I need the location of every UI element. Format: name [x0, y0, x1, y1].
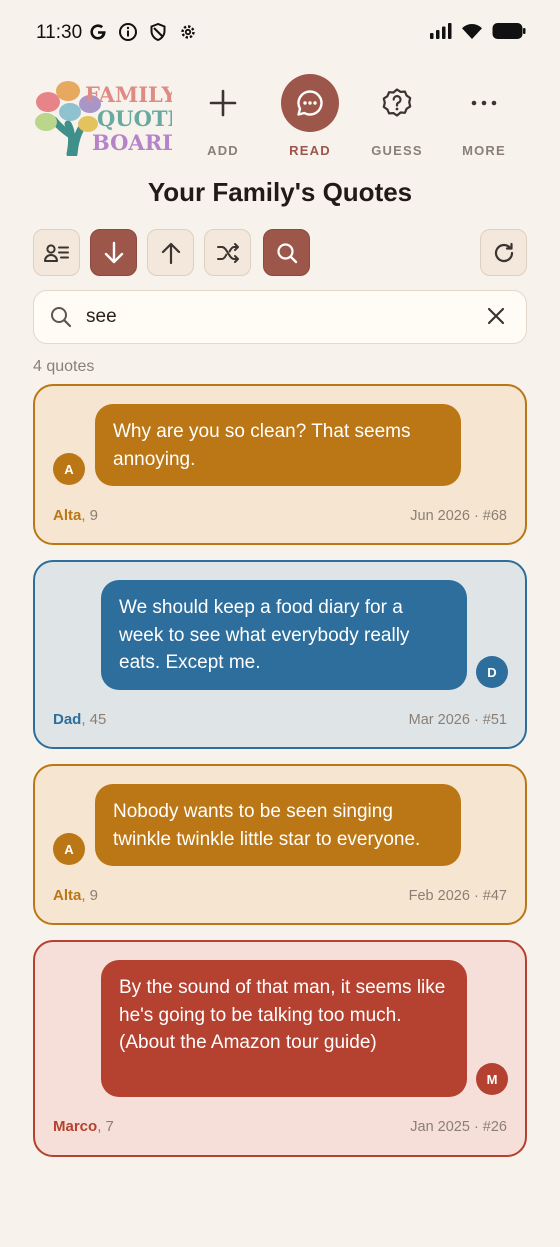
result-count: 4 quotes — [33, 358, 95, 375]
quote-author: Marco, 7 — [53, 1118, 114, 1135]
nav-add-label: ADD — [207, 143, 239, 158]
nav-read-label: READ — [289, 143, 331, 158]
app-header: FAMILY QUOTE BOARD ADD READ GUESS MORE — [0, 66, 560, 176]
quote-text: We should keep a food diary for a week t… — [101, 580, 467, 690]
wifi-icon — [462, 23, 482, 39]
close-icon[interactable] — [486, 306, 506, 326]
quote-toolbar — [33, 229, 527, 277]
shield-icon — [150, 22, 166, 42]
avatar: A — [53, 453, 85, 485]
refresh-icon — [494, 242, 513, 262]
page-title: Your Family's Quotes — [147, 177, 413, 207]
search-input[interactable] — [86, 299, 466, 335]
quote-author: Alta, 9 — [53, 507, 98, 524]
nav-guess[interactable]: GUESS — [353, 74, 441, 166]
author-name: Dad — [53, 711, 82, 728]
quote-text: By the sound of that man, it seems like … — [101, 960, 467, 1097]
question-badge-icon — [368, 74, 426, 132]
quote-text: Nobody wants to be seen singing twinkle … — [95, 784, 461, 866]
status-time: 11:30 — [36, 22, 83, 43]
refresh-button[interactable] — [480, 229, 527, 276]
settings-gear-icon — [181, 25, 195, 39]
quote-meta: Feb 2026 · #47 — [408, 888, 507, 904]
filter-person-button[interactable] — [33, 229, 80, 276]
sort-down-icon — [104, 241, 123, 263]
family-quote-board-logo[interactable]: FAMILY QUOTE BOARD — [30, 74, 184, 158]
filter-person-icon — [43, 243, 69, 262]
nav-more-label: MORE — [462, 143, 506, 158]
quote-meta: Jan 2025 · #26 — [410, 1119, 507, 1135]
sort-up-icon — [161, 242, 180, 264]
sort-newest-button[interactable] — [90, 229, 137, 276]
nav-more[interactable]: MORE — [440, 74, 528, 166]
avatar: M — [476, 1063, 508, 1095]
quote-author: Alta, 9 — [53, 887, 98, 904]
signal-icon — [430, 23, 452, 39]
svg-text:BOARD: BOARD — [92, 130, 172, 155]
quote-text: Why are you so clean? That seems annoyin… — [95, 404, 461, 486]
quote-card[interactable]: We should keep a food diary for a week t… — [33, 560, 527, 749]
search-icon — [51, 307, 72, 328]
quote-meta: Jun 2026 · #68 — [410, 508, 507, 524]
sort-oldest-button[interactable] — [147, 229, 194, 276]
chat-bubble-icon — [281, 74, 339, 132]
search-icon — [276, 242, 297, 263]
quote-card[interactable]: By the sound of that man, it seems like … — [33, 940, 527, 1157]
search-bar — [33, 290, 527, 344]
avatar: D — [476, 656, 508, 688]
svg-text:QUOTE: QUOTE — [97, 106, 172, 131]
quote-card[interactable]: Why are you so clean? That seems annoyin… — [33, 384, 527, 545]
info-icon — [119, 23, 137, 41]
status-system-icons — [430, 22, 526, 40]
svg-text:FAMILY: FAMILY — [85, 82, 172, 107]
shuffle-icon — [216, 242, 239, 263]
author-name: Alta — [53, 507, 82, 524]
battery-icon — [492, 23, 526, 39]
author-name: Marco — [53, 1118, 98, 1135]
quote-meta: Mar 2026 · #51 — [408, 712, 507, 728]
author-name: Alta — [53, 887, 82, 904]
status-bar: 11:30 — [0, 0, 560, 66]
plus-icon — [194, 74, 252, 132]
author-age: , 45 — [81, 711, 107, 728]
quote-author: Dad, 45 — [53, 711, 106, 728]
shuffle-button[interactable] — [204, 229, 251, 276]
nav-add[interactable]: ADD — [179, 74, 267, 166]
more-dots-icon — [455, 74, 513, 132]
author-age: , 9 — [81, 507, 99, 524]
status-notification-icons — [88, 22, 198, 42]
google-icon — [90, 24, 106, 40]
nav-guess-label: GUESS — [371, 143, 423, 158]
author-age: , 7 — [97, 1118, 114, 1135]
logo-tree-icon: FAMILY QUOTE BOARD — [35, 81, 184, 158]
author-age: , 9 — [81, 887, 99, 904]
avatar: A — [53, 833, 85, 865]
search-toggle-button[interactable] — [263, 229, 310, 276]
quote-card[interactable]: Nobody wants to be seen singing twinkle … — [33, 764, 527, 925]
nav-read[interactable]: READ — [266, 74, 354, 166]
